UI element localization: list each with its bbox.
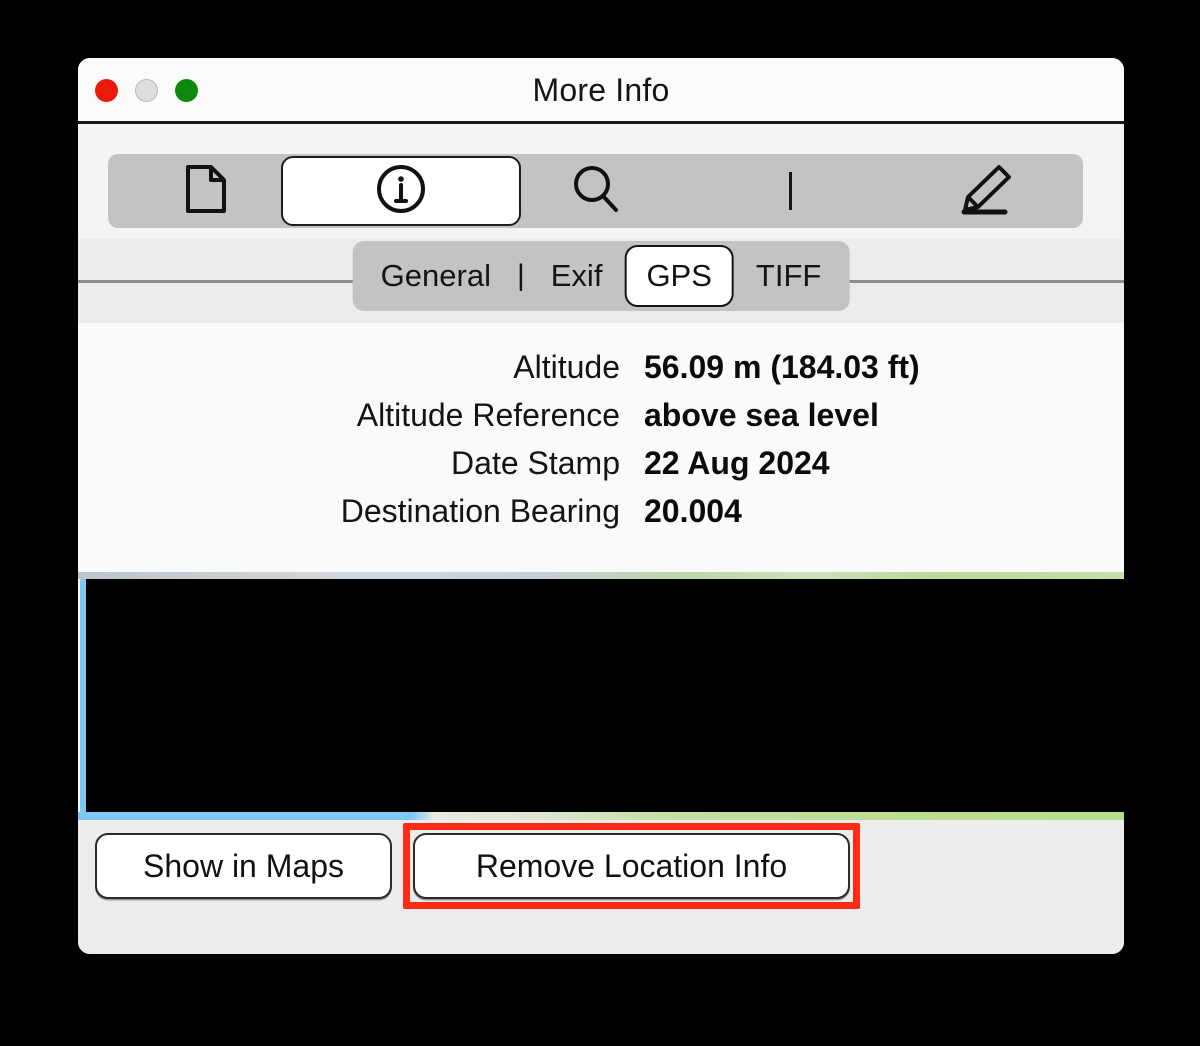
metadata-label: Date Stamp [451, 445, 620, 481]
map-bottom-edge [78, 812, 1124, 820]
metadata-row: Date Stamp 22 Aug 2024 [78, 445, 1124, 482]
tab-tiff[interactable]: TIFF [734, 245, 843, 307]
metadata-tabstrip: General | Exif GPS TIFF [78, 239, 1124, 323]
document-icon [184, 164, 228, 219]
tab-separator: | [516, 259, 525, 292]
toolbar-button-markup[interactable] [888, 154, 1083, 228]
toolbar-button-document[interactable] [108, 154, 303, 228]
metadata-row: Altitude 56.09 m (184.03 ft) [78, 349, 1124, 386]
show-in-maps-button[interactable]: Show in Maps [95, 833, 392, 899]
window-titlebar: More Info [78, 58, 1124, 124]
toolbar-area [78, 124, 1124, 239]
more-info-window: More Info General | Exif GPS TIFF Altitu… [78, 58, 1124, 954]
toolbar-divider [693, 154, 888, 228]
toolbar-button-info[interactable] [303, 154, 498, 228]
window-footer: Show in Maps Remove Location Info [78, 820, 1124, 954]
metadata-value: 22 Aug 2024 [644, 445, 830, 481]
metadata-label: Destination Bearing [340, 493, 620, 529]
screenshot-stage: More Info General | Exif GPS TIFF Altitu… [0, 0, 1200, 1046]
tab-general[interactable]: General [359, 245, 513, 307]
search-icon [570, 163, 622, 220]
tab-gps[interactable]: GPS [624, 245, 734, 307]
metadata-value: above sea level [644, 397, 879, 433]
metadata-row: Altitude Reference above sea level [78, 397, 1124, 434]
pencil-markup-icon [958, 162, 1014, 221]
tab-group: General | Exif GPS TIFF [352, 241, 850, 311]
metadata-row: Destination Bearing 20.004 [78, 493, 1124, 530]
remove-location-info-button[interactable]: Remove Location Info [413, 833, 850, 899]
window-title: More Info [532, 72, 670, 108]
metadata-label: Altitude Reference [356, 397, 620, 433]
gps-metadata-panel: Altitude 56.09 m (184.03 ft) Altitude Re… [78, 323, 1124, 572]
metadata-value: 56.09 m (184.03 ft) [644, 349, 920, 385]
info-icon [374, 162, 428, 221]
toolbar-button-search[interactable] [498, 154, 693, 228]
vertical-divider-icon [789, 172, 792, 210]
map-redaction-overlay [80, 579, 1124, 812]
map-top-edge [78, 572, 1124, 579]
map-preview[interactable] [78, 572, 1124, 820]
metadata-value: 20.004 [644, 493, 742, 529]
toolbar-segmented-control [108, 154, 1083, 228]
metadata-label: Altitude [513, 349, 620, 385]
tab-exif[interactable]: Exif [529, 245, 625, 307]
